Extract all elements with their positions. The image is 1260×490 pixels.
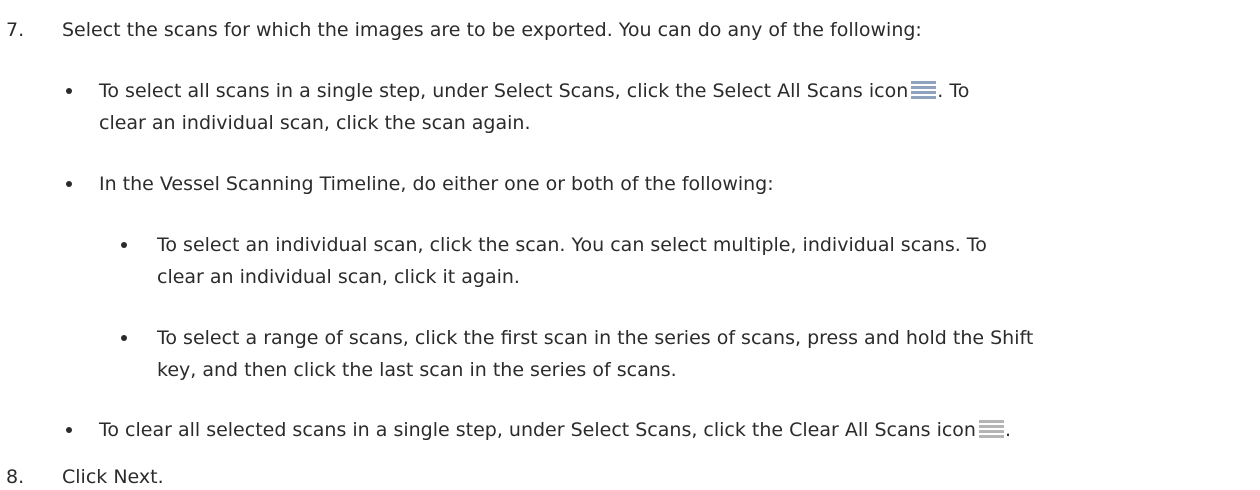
select-all-instruction-line-2: clear an individual scan, click the scan… — [99, 112, 531, 134]
bullet-marker — [66, 427, 72, 433]
bullet-marker — [66, 88, 72, 94]
sub-bullet-marker — [121, 335, 127, 341]
step-7-text: Select the scans for which the images ar… — [62, 19, 922, 41]
clear-all-text-after: . — [1004, 419, 1012, 441]
timeline-instruction: In the Vessel Scanning Timeline, do eith… — [99, 173, 774, 195]
clear-all-text: To clear all selected scans in a single … — [99, 419, 976, 441]
select-all-text-after: . To — [937, 80, 970, 102]
clear-all-instruction: To clear all selected scans in a single … — [99, 417, 1011, 443]
bullet-marker — [66, 181, 72, 187]
step-8-number: 8. — [6, 466, 25, 488]
clear-all-scans-icon — [978, 420, 1004, 438]
step-8-text: Click Next. — [62, 466, 164, 488]
range-scan-line-1: To select a range of scans, click the fi… — [157, 327, 1034, 349]
select-all-scans-icon — [911, 81, 937, 99]
individual-scan-line-1: To select an individual scan, click the … — [157, 234, 987, 256]
step-7-number: 7. — [6, 19, 25, 41]
range-scan-line-2: key, and then click the last scan in the… — [157, 359, 677, 381]
select-all-instruction-line-1: To select all scans in a single step, un… — [99, 78, 969, 104]
select-all-text: To select all scans in a single step, un… — [99, 80, 909, 102]
individual-scan-line-2: clear an individual scan, click it again… — [157, 266, 520, 288]
sub-bullet-marker — [121, 242, 127, 248]
